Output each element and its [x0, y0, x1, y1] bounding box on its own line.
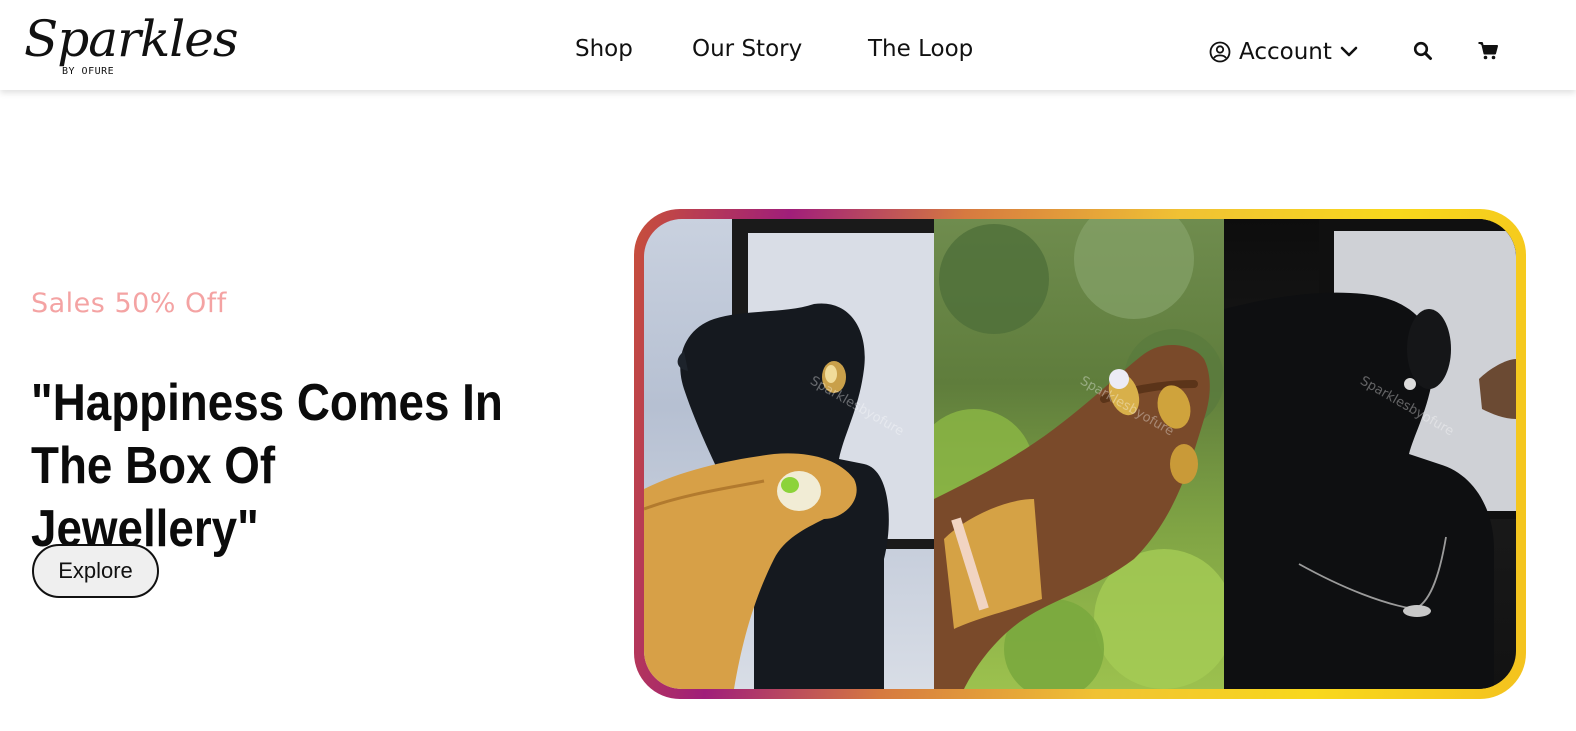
- nav-our-story[interactable]: Our Story: [692, 36, 802, 62]
- nav-the-loop[interactable]: The Loop: [868, 36, 973, 62]
- rings-and-bracelets-photo: Sparklesbyofure: [934, 219, 1224, 689]
- nav-shop[interactable]: Shop: [575, 36, 633, 62]
- account-label: Account: [1239, 39, 1332, 65]
- headline-line-2: The Box Of Jewellery": [31, 437, 276, 558]
- user-circle-icon: [1209, 41, 1231, 63]
- explore-button[interactable]: Explore: [32, 544, 159, 598]
- search-icon[interactable]: [1412, 40, 1434, 62]
- headline-line-1: "Happiness Comes In: [31, 374, 503, 432]
- chevron-down-icon: [1340, 46, 1358, 58]
- earring-on-bust-photo: Sparklesbyofure: [644, 219, 934, 689]
- logo-wordmark: Sparkles: [24, 10, 239, 68]
- gallery-inner: Sparklesbyofure Sparklesbyofure Sparkles…: [644, 219, 1516, 689]
- account-menu[interactable]: Account: [1209, 36, 1358, 68]
- hero-gallery: Sparklesbyofure Sparklesbyofure Sparkles…: [634, 209, 1526, 699]
- promo-text: Sales 50% Off: [31, 288, 227, 319]
- logo-tagline: BY OFURE: [62, 66, 115, 77]
- brand-logo[interactable]: Sparkles BY OFURE: [24, 10, 239, 82]
- cart-icon[interactable]: [1477, 40, 1499, 62]
- stud-and-necklace-on-bust-photo: Sparklesbyofure: [1224, 219, 1516, 689]
- hero-headline: "Happiness Comes In The Box Of Jewellery…: [31, 372, 506, 561]
- site-header: Sparkles BY OFURE Shop Our Story The Loo…: [0, 0, 1576, 90]
